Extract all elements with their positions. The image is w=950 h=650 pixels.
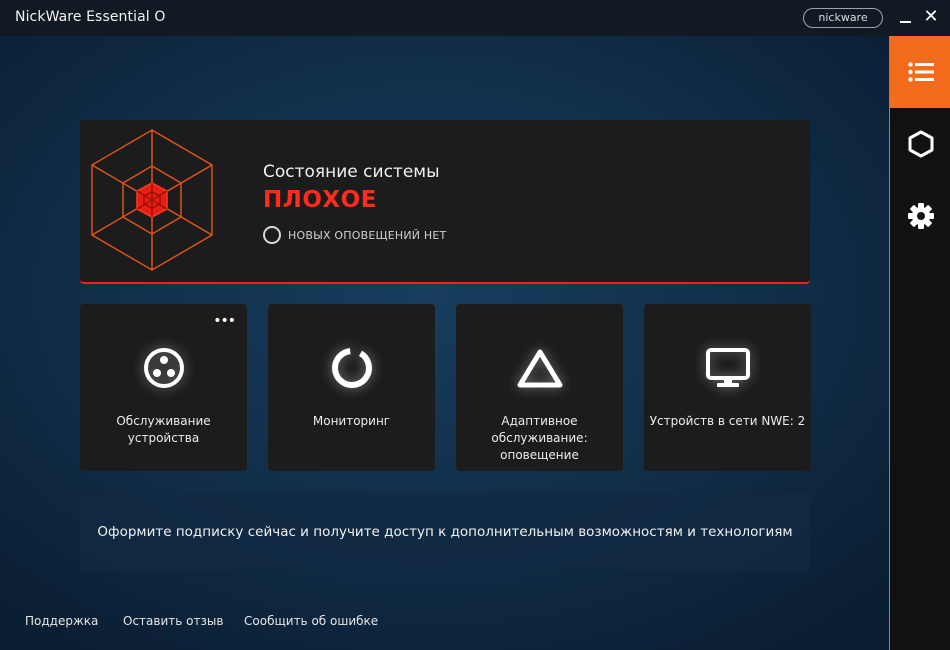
system-status-card: Состояние системы ПЛОХОЕ НОВЫХ ОПОВЕЩЕНИ…	[80, 120, 810, 284]
maintenance-icon	[143, 348, 184, 388]
sidebar-item-features[interactable]	[890, 108, 950, 180]
gear-icon	[907, 203, 934, 229]
app-title: NickWare Essential O	[15, 9, 166, 25]
tile-label: Адаптивное обслуживание: оповещение	[491, 414, 588, 462]
alerts-indicator[interactable]: НОВЫХ ОПОВЕЩЕНИЙ НЕТ	[263, 226, 446, 244]
user-account-button[interactable]: nickware	[803, 8, 883, 28]
hexagon-icon	[908, 130, 933, 158]
tile-adaptive-maintenance[interactable]: Адаптивное обслуживание: оповещение	[456, 304, 623, 471]
sidebar	[889, 36, 950, 650]
close-icon[interactable]: ✕	[920, 6, 942, 28]
tile-label: Обслуживание устройства	[116, 414, 211, 445]
tile-label: Устройств в сети NWE: 2	[649, 414, 806, 428]
monitoring-ring-icon	[331, 348, 372, 388]
sidebar-item-dashboard[interactable]	[890, 36, 950, 108]
more-dots-icon[interactable]: •••	[213, 314, 236, 328]
promo-text: Оформите подписку сейчас и получите дост…	[97, 523, 793, 540]
tile-label: Мониторинг	[312, 414, 391, 428]
subscription-banner[interactable]: Оформите подписку сейчас и получите дост…	[80, 492, 810, 571]
hexagon-web-icon	[91, 129, 213, 271]
tile-device-maintenance[interactable]: ••• Обслуживание устройства	[80, 304, 247, 471]
alerts-text: НОВЫХ ОПОВЕЩЕНИЙ НЕТ	[288, 228, 447, 242]
support-link[interactable]: Поддержка	[25, 614, 98, 628]
feedback-link[interactable]: Оставить отзыв	[123, 614, 223, 628]
triangle-icon	[517, 349, 562, 388]
sidebar-item-settings[interactable]	[890, 180, 950, 252]
status-value: ПЛОХОЕ	[263, 187, 377, 213]
minimize-icon[interactable]	[894, 6, 916, 28]
status-label: Состояние системы	[263, 162, 440, 182]
title-bar: NickWare Essential O nickware ✕	[0, 0, 950, 36]
tile-monitoring[interactable]: Мониторинг	[268, 304, 435, 471]
list-icon	[907, 62, 934, 82]
report-bug-link[interactable]: Сообщить об ошибке	[244, 614, 378, 628]
monitor-icon	[705, 348, 750, 387]
alerts-circle-icon	[263, 226, 281, 244]
tile-network-devices[interactable]: Устройств в сети NWE: 2	[644, 304, 811, 471]
